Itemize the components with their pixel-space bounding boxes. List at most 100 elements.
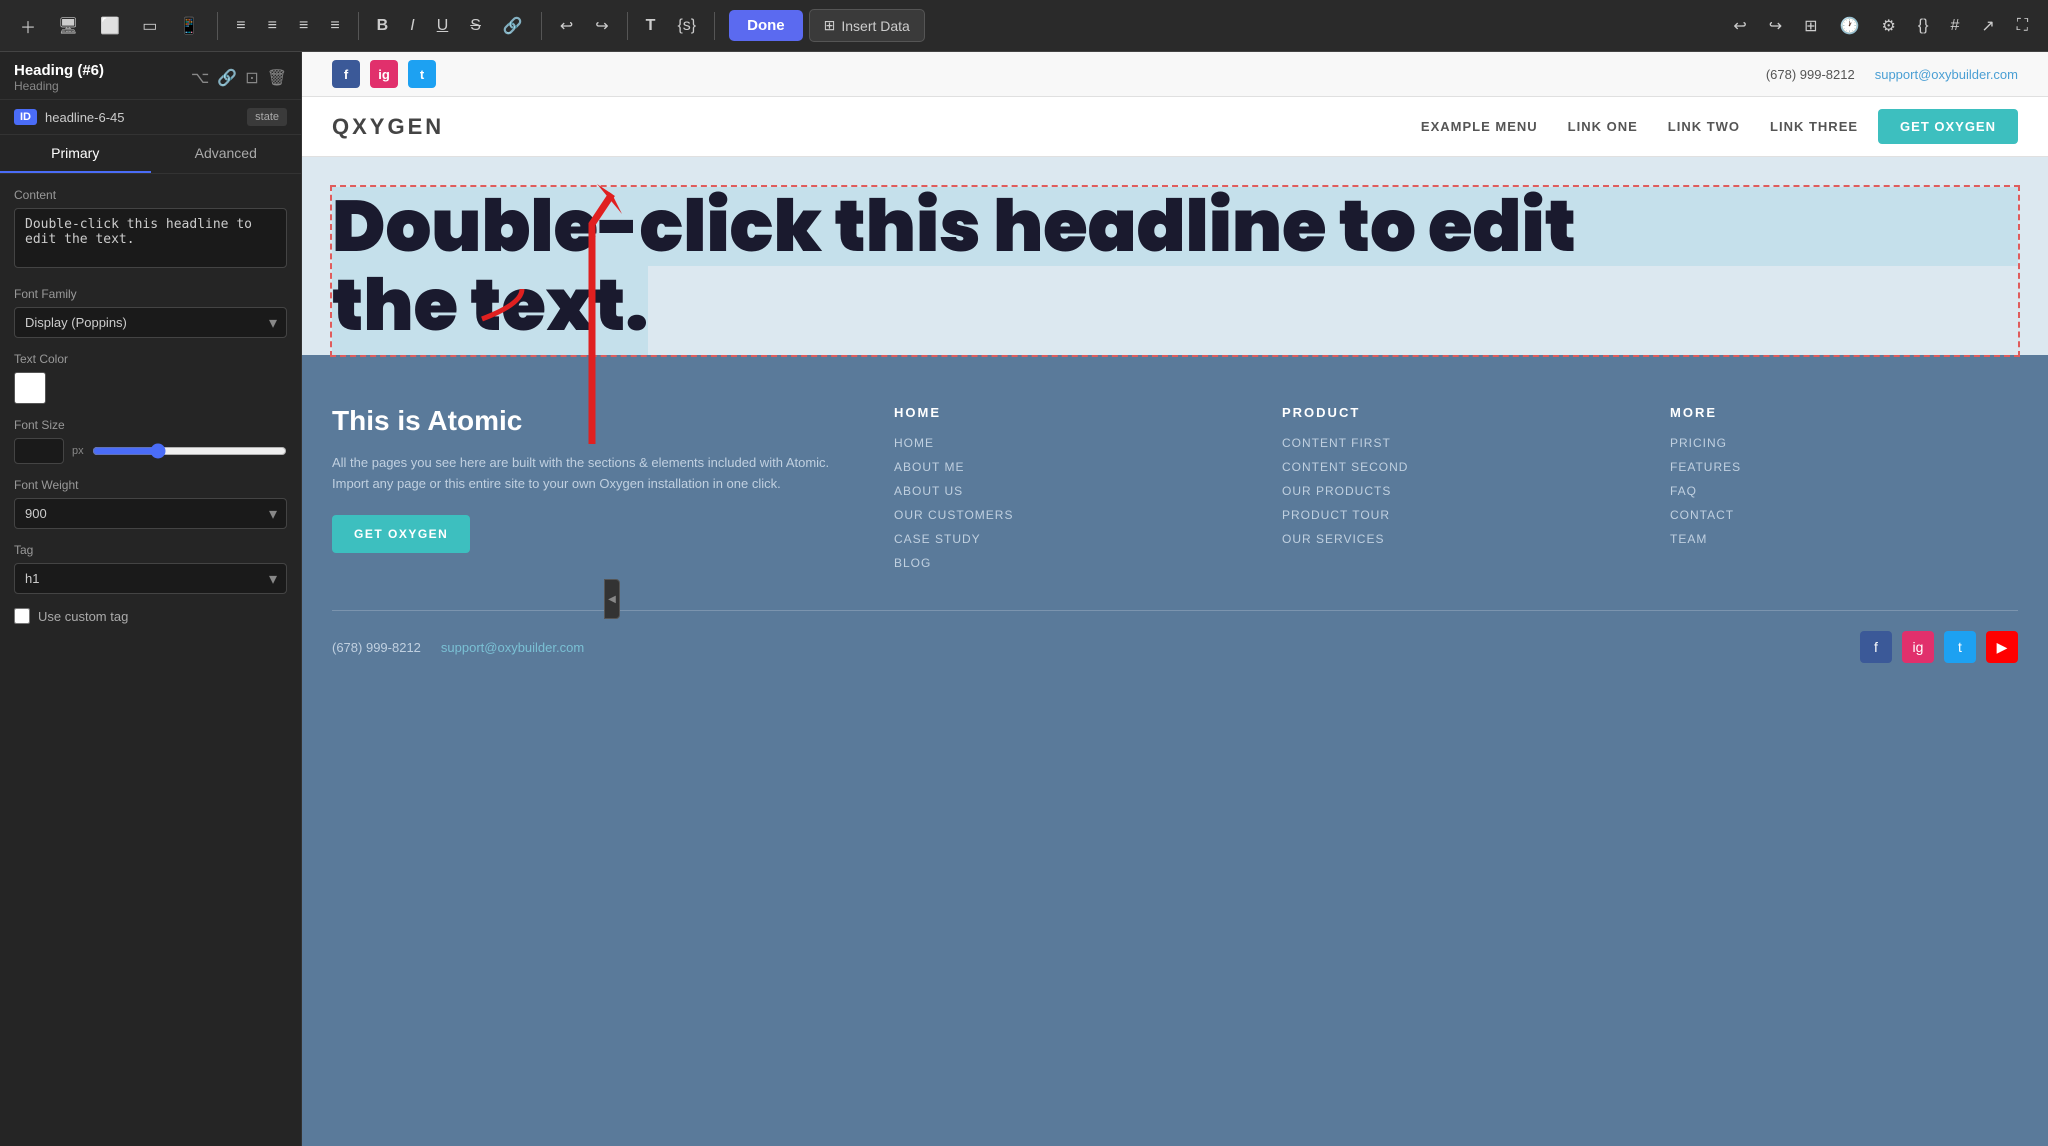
text-color-swatch[interactable] — [14, 372, 46, 404]
bold-btn[interactable]: B — [369, 11, 397, 41]
font-family-select[interactable]: Display (Poppins) — [14, 307, 287, 338]
italic-btn[interactable]: I — [402, 11, 422, 41]
instagram-icon[interactable]: ig — [370, 60, 398, 88]
redo2-btn[interactable]: ↪ — [1761, 10, 1790, 42]
footer-link-pricing[interactable]: PRICING — [1670, 436, 2018, 450]
footer-phone: (678) 999-8212 — [332, 640, 421, 655]
footer-link-about-me[interactable]: ABOUT ME — [894, 460, 1242, 474]
collapse-panel-btn[interactable]: ◀ — [604, 579, 620, 619]
footer-instagram-icon[interactable]: ig — [1902, 631, 1934, 663]
font-size-slider[interactable] — [92, 443, 287, 459]
align-left-btn[interactable]: ≡ — [228, 11, 253, 41]
footer-link-our-services[interactable]: OUR SERVICES — [1282, 532, 1630, 546]
settings-btn[interactable]: ⚙ — [1873, 10, 1903, 42]
footer-twitter-icon[interactable]: t — [1944, 631, 1976, 663]
nav-link-two[interactable]: LINK TWO — [1668, 119, 1740, 134]
underline-btn[interactable]: U — [429, 11, 457, 41]
topbar-phone: (678) 999-8212 — [1766, 67, 1855, 82]
footer-link-features[interactable]: FEATURES — [1670, 460, 2018, 474]
topbar-social: f ig t — [332, 60, 436, 88]
footer-link-content-second[interactable]: CONTENT SECOND — [1282, 460, 1630, 474]
footer-col-product: PRODUCT CONTENT FIRST CONTENT SECOND OUR… — [1282, 405, 1630, 570]
footer-link-product-tour[interactable]: PRODUCT TOUR — [1282, 508, 1630, 522]
align-center-btn[interactable]: ≡ — [260, 11, 285, 41]
custom-tag-row: Use custom tag — [14, 608, 287, 624]
footer-link-home[interactable]: HOME — [894, 436, 1242, 450]
sep4 — [627, 12, 628, 40]
content-label: Content — [14, 188, 287, 202]
delete-icon[interactable]: 🗑 — [267, 68, 287, 88]
site-topbar: f ig t (678) 999-8212 support@oxybuilder… — [302, 52, 2048, 97]
hierarchy-icon[interactable]: ⌥ — [191, 68, 209, 88]
footer-link-about-us[interactable]: ABOUT US — [894, 484, 1242, 498]
tag-wrapper: h1 h2 h3 — [14, 563, 287, 594]
export-btn[interactable]: ↗ — [1973, 10, 2002, 42]
tablet-portrait-btn[interactable]: ▭ — [134, 10, 165, 42]
tag-select[interactable]: h1 h2 h3 — [14, 563, 287, 594]
footer-link-customers[interactable]: OUR CUSTOMERS — [894, 508, 1242, 522]
mobile-view-btn[interactable]: 📱 — [171, 10, 207, 42]
font-size-label: Font Size — [14, 418, 287, 432]
text-color-label: Text Color — [14, 352, 287, 366]
nav-cta-button[interactable]: GET OXYGEN — [1878, 109, 2018, 144]
done-button[interactable]: Done — [729, 10, 803, 41]
hero-section: Double-click this headline to edit the t… — [302, 157, 2048, 355]
fullscreen-btn[interactable]: ⛶ — [2009, 11, 2036, 41]
align-right-btn[interactable]: ≡ — [291, 11, 316, 41]
content-textarea[interactable]: Double-click this headline to edit the t… — [14, 208, 287, 268]
footer-top: This is Atomic All the pages you see her… — [332, 405, 2018, 570]
footer-cta-button[interactable]: GET OXYGEN — [332, 515, 470, 553]
text-btn[interactable]: T — [638, 11, 664, 41]
twitter-icon[interactable]: t — [408, 60, 436, 88]
facebook-icon[interactable]: f — [332, 60, 360, 88]
id-badge: ID — [14, 109, 37, 125]
clock-btn[interactable]: 🕐 — [1832, 10, 1868, 42]
copy-icon[interactable]: ⊡ — [245, 68, 258, 88]
add-button[interactable]: ＋ — [12, 8, 44, 44]
nav-link-three[interactable]: LINK THREE — [1770, 119, 1858, 134]
code-btn[interactable]: {s} — [669, 11, 704, 41]
grid-btn[interactable]: ⊞ — [1796, 10, 1825, 42]
state-button[interactable]: state — [247, 108, 287, 126]
tab-advanced[interactable]: Advanced — [151, 135, 302, 173]
hash-btn[interactable]: # — [1942, 11, 1967, 41]
redo-btn[interactable]: ↪ — [587, 10, 616, 42]
tablet-view-btn[interactable]: ⬜ — [92, 10, 128, 42]
footer-link-content-first[interactable]: CONTENT FIRST — [1282, 436, 1630, 450]
footer-link-faq[interactable]: FAQ — [1670, 484, 2018, 498]
strikethrough-btn[interactable]: S — [462, 11, 489, 41]
footer-link-team[interactable]: TEAM — [1670, 532, 2018, 546]
topbar-email[interactable]: support@oxybuilder.com — [1875, 67, 2018, 82]
footer-link-case-study[interactable]: CASE STUDY — [894, 532, 1242, 546]
headline-element[interactable]: Double-click this headline to edit the t… — [332, 187, 2018, 355]
id-value: headline-6-45 — [45, 110, 239, 125]
footer-col-product-title: PRODUCT — [1282, 405, 1630, 420]
link-btn[interactable]: 🔗 — [495, 10, 531, 42]
panel-title: Heading (#6) — [14, 62, 104, 79]
website-preview: f ig t (678) 999-8212 support@oxybuilder… — [302, 52, 2048, 1146]
footer-link-our-products[interactable]: OUR PRODUCTS — [1282, 484, 1630, 498]
footer-link-blog[interactable]: BLOG — [894, 556, 1242, 570]
footer-col-home: HOME HOME ABOUT ME ABOUT US OUR CUSTOMER… — [894, 405, 1242, 570]
font-weight-label: Font Weight — [14, 478, 287, 492]
footer-facebook-icon[interactable]: f — [1860, 631, 1892, 663]
font-size-row: px — [14, 438, 287, 464]
link-panel-icon[interactable]: 🔗 — [217, 68, 237, 88]
desktop-view-btn[interactable]: 🖥 — [50, 10, 86, 42]
undo-btn[interactable]: ↩ — [552, 10, 581, 42]
align-justify-btn[interactable]: ≡ — [322, 11, 347, 41]
footer-link-contact[interactable]: CONTACT — [1670, 508, 2018, 522]
custom-tag-checkbox[interactable] — [14, 608, 30, 624]
font-weight-select[interactable]: 900 700 400 — [14, 498, 287, 529]
footer-email[interactable]: support@oxybuilder.com — [441, 640, 584, 655]
site-logo[interactable]: QXYGEN — [332, 114, 444, 140]
code2-btn[interactable]: {} — [1910, 11, 1937, 41]
footer-youtube-icon[interactable]: ▶ — [1986, 631, 2018, 663]
font-size-input[interactable] — [14, 438, 64, 464]
insert-data-button[interactable]: ⊞ Insert Data — [809, 9, 925, 42]
nav-link-example-menu[interactable]: EXAMPLE MENU — [1421, 119, 1538, 134]
tab-primary[interactable]: Primary — [0, 135, 151, 173]
nav-link-one[interactable]: LINK ONE — [1568, 119, 1638, 134]
panel-header: Heading (#6) Heading ⌥ 🔗 ⊡ 🗑 — [0, 52, 301, 100]
undo2-btn[interactable]: ↩ — [1725, 10, 1754, 42]
